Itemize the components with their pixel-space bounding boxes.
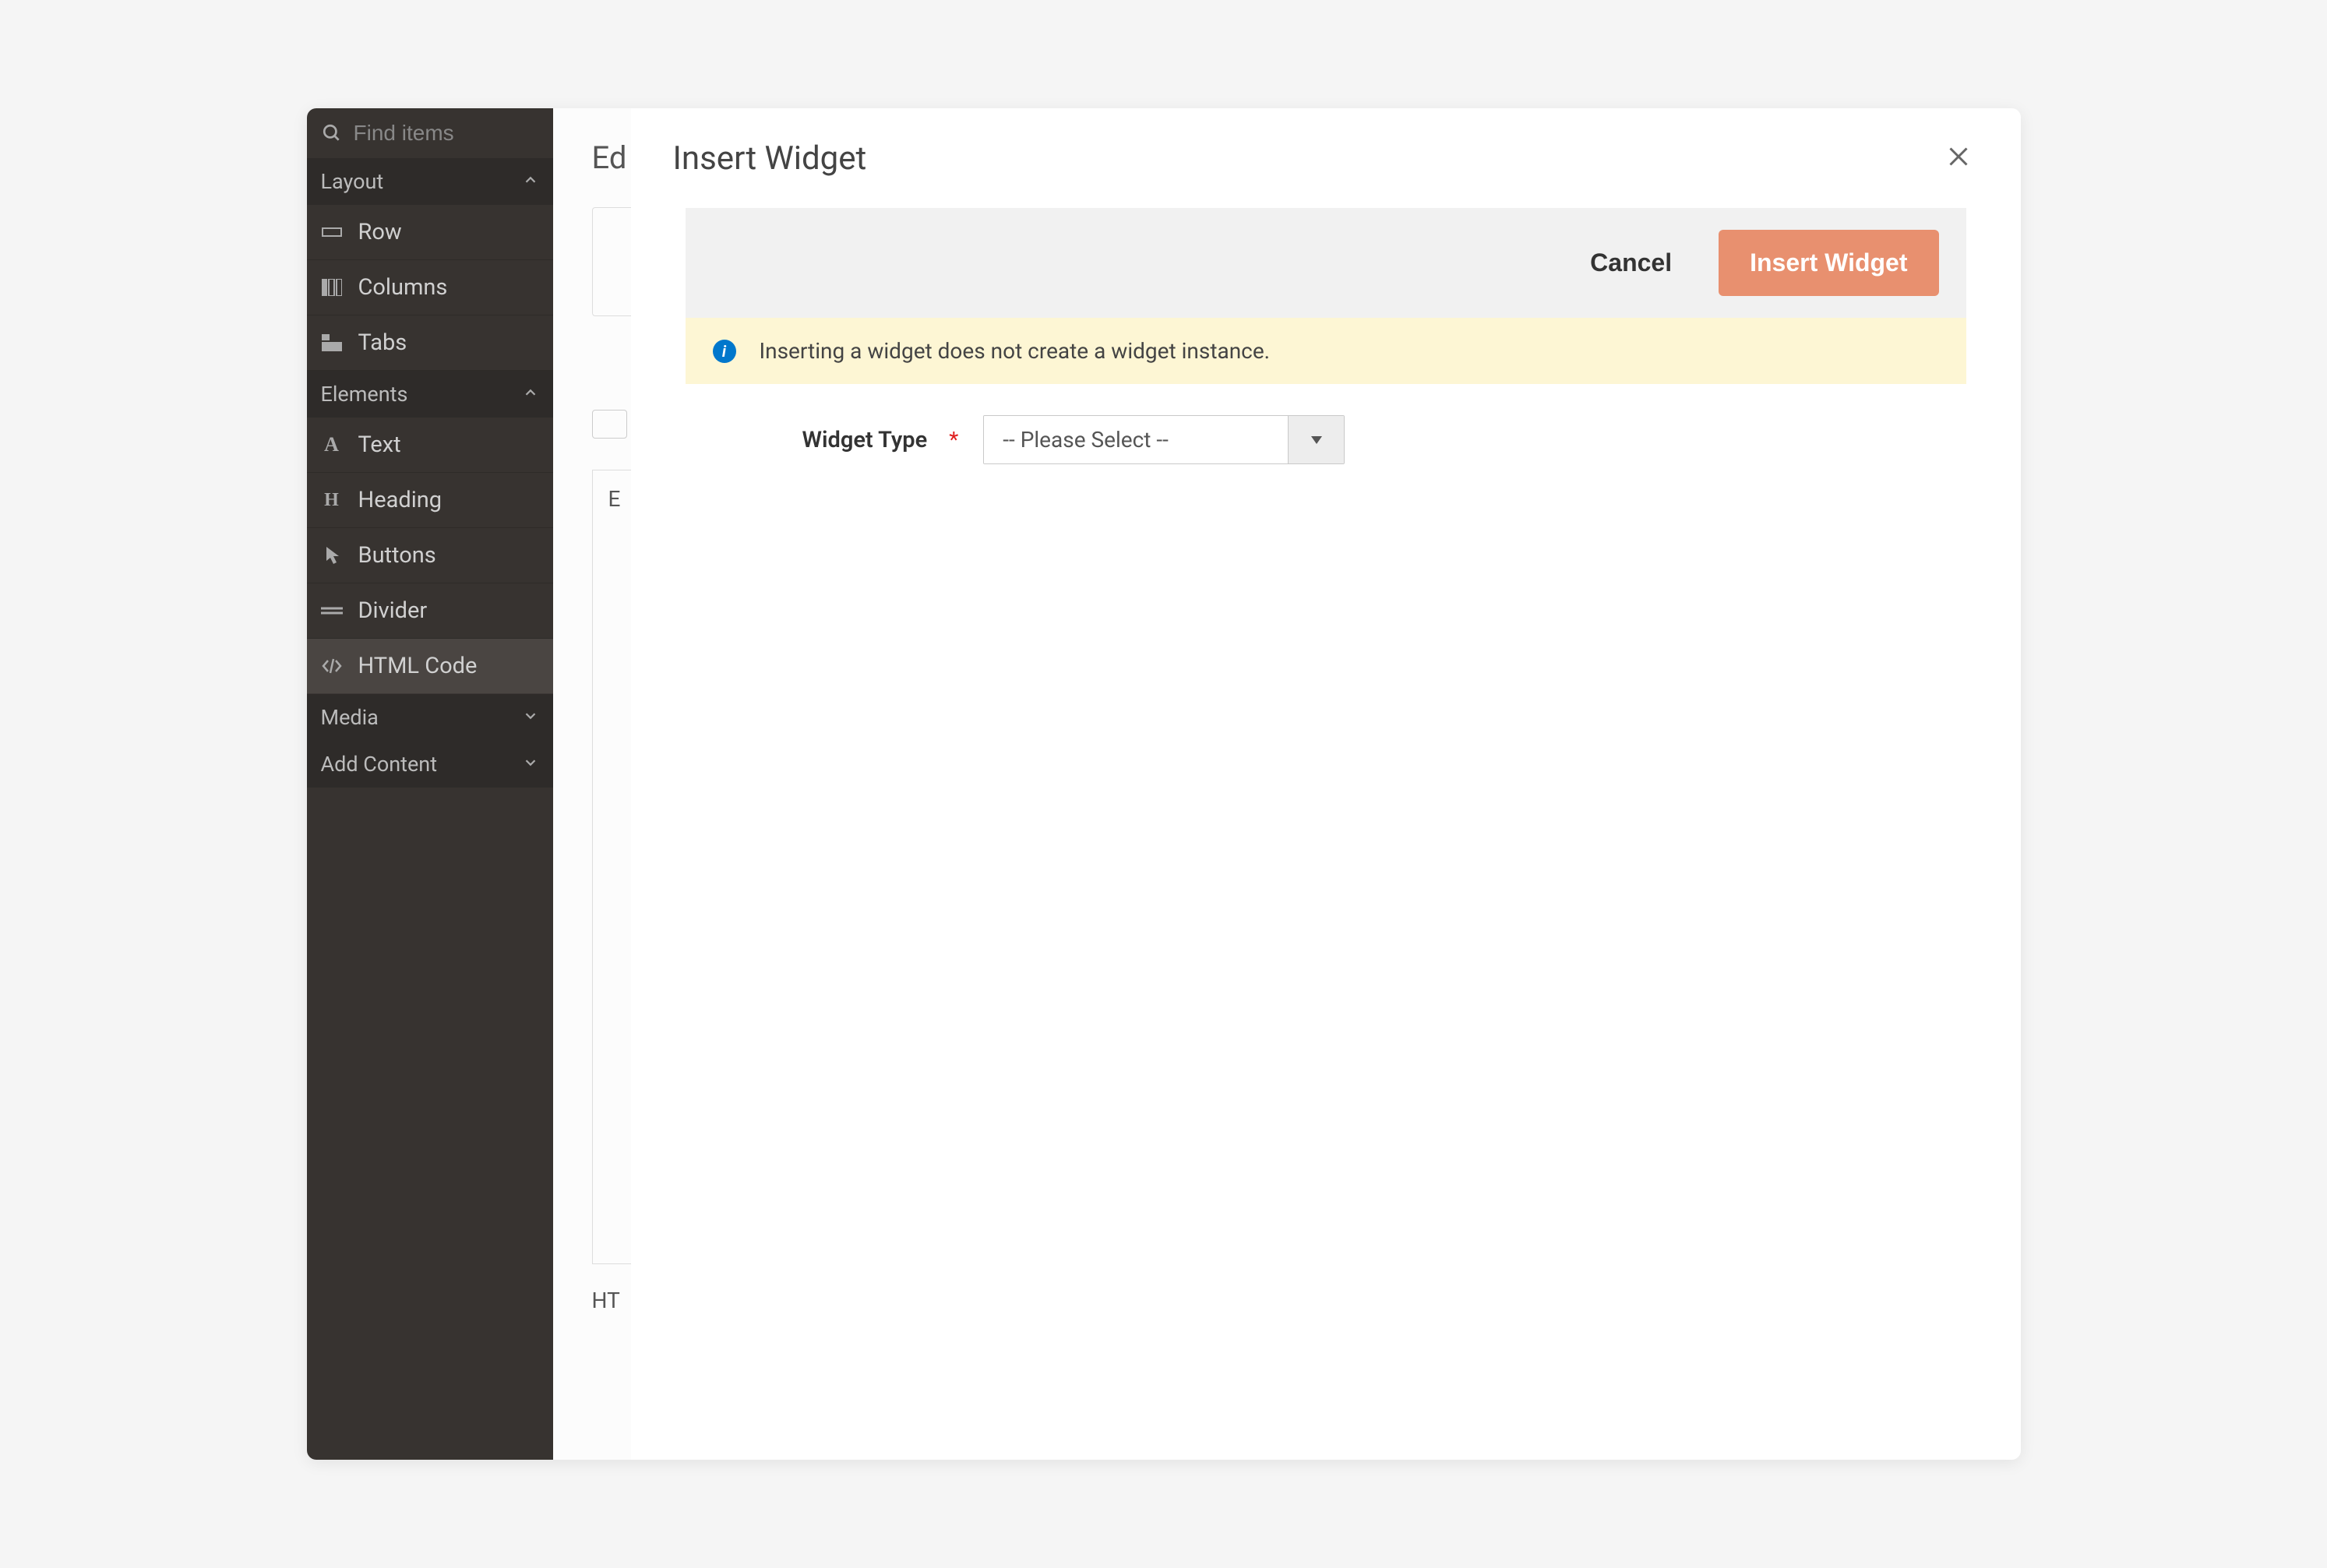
code-icon bbox=[321, 655, 343, 677]
insert-widget-modal: Insert Widget Cancel Insert Widget i Ins… bbox=[631, 108, 2021, 1460]
row-icon bbox=[321, 221, 343, 243]
close-button[interactable] bbox=[1938, 136, 1979, 180]
info-icon: i bbox=[713, 340, 736, 363]
insert-widget-button[interactable]: Insert Widget bbox=[1719, 230, 1938, 296]
modal-header: Insert Widget bbox=[631, 108, 2021, 208]
chevron-down-icon bbox=[522, 707, 539, 728]
chevron-up-icon bbox=[522, 171, 539, 192]
sidebar-item-label: Buttons bbox=[358, 542, 436, 569]
sidebar-item-label: HTML Code bbox=[358, 653, 478, 679]
info-banner: i Inserting a widget does not create a w… bbox=[686, 318, 1966, 384]
sidebar-section-label: Layout bbox=[321, 169, 384, 194]
sidebar-item-label: Tabs bbox=[358, 329, 407, 356]
sidebar-section-add-content[interactable]: Add Content bbox=[307, 741, 553, 788]
sidebar-item-text[interactable]: A Text bbox=[307, 418, 553, 473]
text-icon: A bbox=[321, 434, 343, 456]
columns-icon bbox=[321, 277, 343, 298]
sidebar-item-label: Heading bbox=[358, 487, 442, 513]
sidebar-item-buttons[interactable]: Buttons bbox=[307, 528, 553, 583]
sidebar-item-tabs[interactable]: Tabs bbox=[307, 315, 553, 371]
sidebar-item-label: Columns bbox=[358, 274, 448, 301]
buttons-icon bbox=[321, 544, 343, 566]
app-window: Layout Row Columns Tabs bbox=[307, 108, 2021, 1460]
sidebar-item-label: Row bbox=[358, 219, 402, 245]
tab-partial[interactable] bbox=[592, 410, 628, 439]
widget-type-label: Widget Type bbox=[802, 427, 928, 453]
required-indicator: * bbox=[949, 427, 958, 453]
sidebar-item-label: Divider bbox=[358, 597, 428, 624]
action-bar: Cancel Insert Widget bbox=[686, 208, 1966, 318]
sidebar-item-row[interactable]: Row bbox=[307, 205, 553, 260]
modal-title: Insert Widget bbox=[673, 139, 867, 178]
widget-type-select[interactable]: -- Please Select -- bbox=[983, 415, 1345, 464]
search-bar bbox=[307, 108, 553, 158]
sidebar: Layout Row Columns Tabs bbox=[307, 108, 553, 1460]
sidebar-item-html-code[interactable]: HTML Code bbox=[307, 639, 553, 694]
chevron-up-icon bbox=[522, 384, 539, 404]
sidebar-section-label: Media bbox=[321, 705, 379, 730]
sidebar-section-label: Add Content bbox=[321, 752, 438, 777]
sidebar-section-elements[interactable]: Elements bbox=[307, 371, 553, 418]
select-value: -- Please Select -- bbox=[984, 416, 1288, 463]
sidebar-item-heading[interactable]: H Heading bbox=[307, 473, 553, 528]
sidebar-item-columns[interactable]: Columns bbox=[307, 260, 553, 315]
search-input[interactable] bbox=[354, 121, 539, 146]
search-icon bbox=[321, 122, 343, 144]
sidebar-item-divider[interactable]: Divider bbox=[307, 583, 553, 639]
sidebar-item-label: Text bbox=[358, 432, 401, 458]
modal-body: Cancel Insert Widget i Inserting a widge… bbox=[631, 208, 2021, 464]
widget-type-row: Widget Type * -- Please Select -- bbox=[686, 384, 1966, 464]
info-text: Inserting a widget does not create a wid… bbox=[760, 338, 1271, 364]
tabs-icon bbox=[321, 332, 343, 354]
sidebar-section-label: Elements bbox=[321, 382, 408, 407]
divider-icon bbox=[321, 600, 343, 622]
chevron-down-icon bbox=[522, 754, 539, 774]
sidebar-section-layout[interactable]: Layout bbox=[307, 158, 553, 205]
select-arrow bbox=[1288, 416, 1344, 463]
heading-icon: H bbox=[321, 489, 343, 511]
cancel-button[interactable]: Cancel bbox=[1567, 233, 1695, 293]
sidebar-section-media[interactable]: Media bbox=[307, 694, 553, 741]
